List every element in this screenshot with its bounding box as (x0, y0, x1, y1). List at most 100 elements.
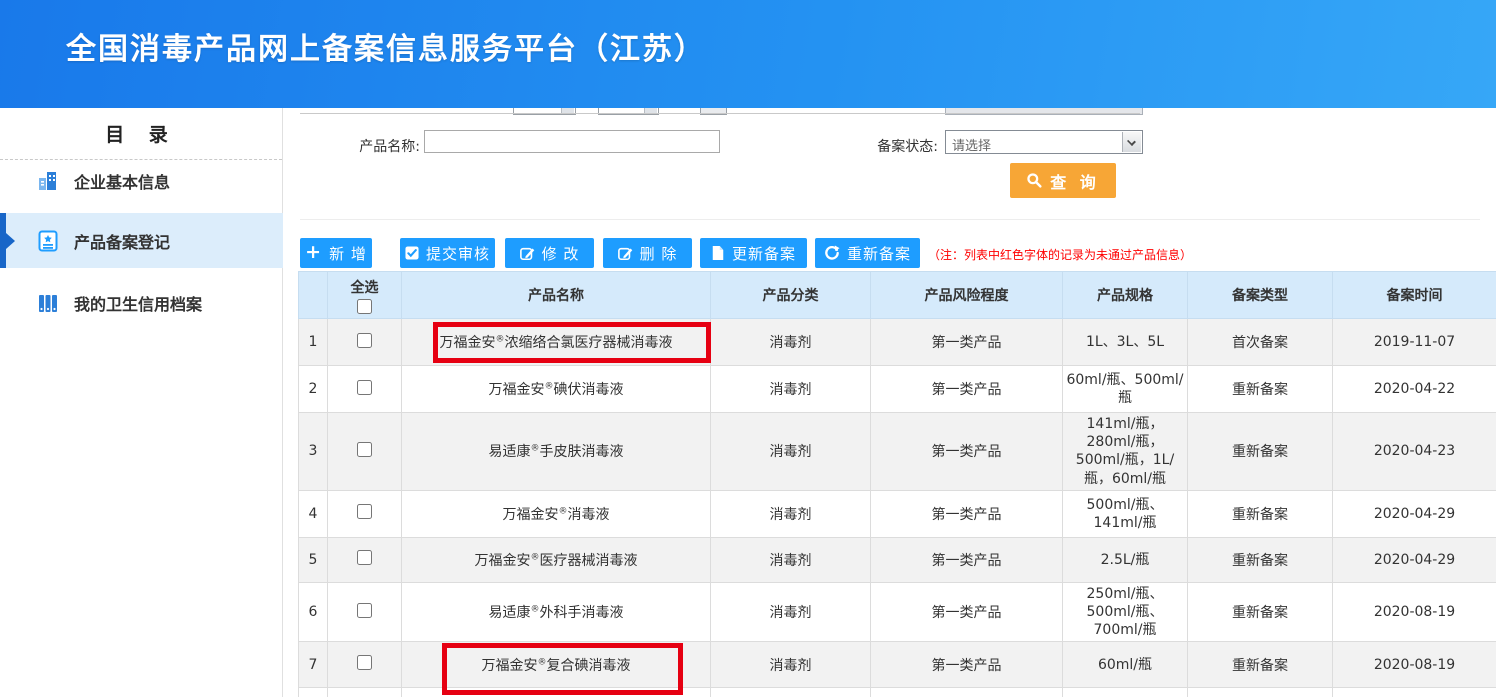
row-checkbox[interactable] (357, 333, 372, 348)
col-header-select-all: 全选 (328, 272, 402, 319)
table-row: 5 万福金安®医疗器械消毒液 消毒剂 第一类产品 2.5L/瓶 重新备案 202… (299, 537, 1496, 582)
table-row: 6 易适康®外科手消毒液 消毒剂 第一类产品 250ml/瓶、500ml/瓶、7… (299, 582, 1496, 642)
edit-icon (520, 246, 535, 261)
risk-cell: 第一类产品 (871, 366, 1063, 413)
page-title: 全国消毒产品网上备案信息服务平台（江苏） (66, 24, 706, 68)
button-label: 提交审核 (426, 243, 490, 264)
plus-icon: + (305, 243, 322, 262)
button-label: 修 改 (542, 243, 580, 264)
filing-date-cell: 2020-04-29 (1333, 537, 1496, 582)
category-cell: 消毒剂 (711, 688, 871, 697)
button-label: 重新备案 (847, 243, 911, 264)
row-checkbox[interactable] (357, 603, 372, 618)
filing-type-cell: 重新备案 (1188, 366, 1333, 413)
product-name-cell: 易适康®手皮肤消毒液 (402, 413, 711, 491)
row-number: 5 (299, 537, 328, 582)
filing-type-cell: 重新备案 (1188, 490, 1333, 537)
category-cell: 消毒剂 (711, 413, 871, 491)
row-number: 1 (299, 319, 328, 366)
filing-date-cell: 2019-11-07 (1333, 319, 1496, 366)
submit-review-button[interactable]: 提交审核 (400, 238, 495, 268)
product-name-cell: 万福金安®浓缩络合氯医疗器械消毒液 (402, 319, 711, 366)
query-button-label: 查 询 (1050, 169, 1100, 193)
col-header-spec: 产品规格 (1063, 272, 1188, 319)
product-name-cell: 易适康®外科手消毒液 (402, 582, 711, 642)
selected-accent-arrow-icon (6, 233, 15, 249)
spec-cell: 141ml/瓶，280ml/瓶，500ml/瓶，1L/瓶，60ml/瓶 (1063, 413, 1188, 491)
table-row: 4 万福金安®消毒液 消毒剂 第一类产品 500ml/瓶、141ml/瓶 重新备… (299, 490, 1496, 537)
product-table: 全选 产品名称 产品分类 产品风险程度 产品规格 备案类型 备案时间 1 万福金… (298, 271, 1496, 697)
sidebar-item-label: 产品备案登记 (74, 229, 170, 253)
registered-mark: ® (531, 444, 540, 454)
risk-cell: 第一类产品 (871, 490, 1063, 537)
building-icon (36, 169, 60, 193)
category-cell: 消毒剂 (711, 642, 871, 688)
sidebar: 目 录 企业基本信息 产品备案登记 我的卫生信用档案 (0, 108, 283, 697)
risk-cell: 第一类产品 (871, 688, 1063, 697)
filing-status-select[interactable]: 请选择 (945, 130, 1143, 154)
update-filing-button[interactable]: 更新备案 (700, 238, 807, 268)
product-name-cell: 万福金安®络合氯医用器械消毒液 (402, 688, 711, 697)
product-name-cell: 万福金安®碘伏消毒液 (402, 366, 711, 413)
row-number: 6 (299, 582, 328, 642)
product-name-cell: 万福金安®复合碘消毒液 (402, 642, 711, 688)
risk-cell: 第一类产品 (871, 537, 1063, 582)
sidebar-item-label: 企业基本信息 (74, 169, 170, 193)
archive-icon (36, 291, 60, 315)
add-button[interactable]: + 新 增 (300, 238, 372, 268)
modify-button[interactable]: 修 改 (505, 238, 594, 268)
query-button[interactable]: 查 询 (1010, 163, 1116, 198)
row-checkbox[interactable] (357, 504, 372, 519)
refile-button[interactable]: 重新备案 (815, 238, 920, 268)
risk-cell: 第一类产品 (871, 642, 1063, 688)
row-checkbox[interactable] (357, 380, 372, 395)
row-number: 3 (299, 413, 328, 491)
filing-date-cell: 2020-08-19 (1333, 642, 1496, 688)
row-number: 2 (299, 366, 328, 413)
row-number: 4 (299, 490, 328, 537)
row-checkbox[interactable] (357, 442, 372, 457)
delete-button[interactable]: 删 除 (603, 238, 692, 268)
registered-mark: ® (538, 657, 547, 667)
registered-mark: ® (559, 506, 568, 516)
col-header-category: 产品分类 (711, 272, 871, 319)
spec-cell: 60ml/瓶、500ml/瓶 (1063, 366, 1188, 413)
product-name-label: 产品名称: (340, 136, 420, 156)
sidebar-item-enterprise-info[interactable]: 企业基本信息 (0, 150, 283, 212)
app-header: 全国消毒产品网上备案信息服务平台（江苏） (0, 0, 1496, 108)
row-checkbox[interactable] (357, 655, 372, 670)
filing-date-cell: 2020-04-22 (1333, 366, 1496, 413)
col-header-filing-type: 备案类型 (1188, 272, 1333, 319)
product-name-cell: 万福金安®消毒液 (402, 490, 711, 537)
table-row: 7 万福金安®复合碘消毒液 消毒剂 第一类产品 60ml/瓶 重新备案 2020… (299, 642, 1496, 688)
row-number: 7 (299, 642, 328, 688)
risk-cell: 第一类产品 (871, 413, 1063, 491)
select-all-checkbox[interactable] (357, 299, 372, 314)
filing-type-cell: 重新备案 (1188, 642, 1333, 688)
category-cell: 消毒剂 (711, 490, 871, 537)
row-number: 8 (299, 688, 328, 697)
product-name-input[interactable] (424, 130, 720, 153)
check-square-icon (405, 246, 419, 260)
table-row: 3 易适康®手皮肤消毒液 消毒剂 第一类产品 141ml/瓶，280ml/瓶，5… (299, 413, 1496, 491)
document-icon (711, 245, 725, 261)
button-label: 删 除 (640, 243, 678, 264)
select-all-label: 全选 (351, 280, 379, 296)
filing-date-cell: 2020-04-29 (1333, 490, 1496, 537)
sidebar-item-product-filing[interactable]: 产品备案登记 (0, 213, 283, 268)
button-label: 新 增 (329, 243, 367, 264)
row-checkbox[interactable] (357, 550, 372, 565)
spec-cell: 60ml/瓶 (1063, 642, 1188, 688)
registered-mark: ® (545, 381, 554, 391)
category-cell: 消毒剂 (711, 319, 871, 366)
select-value: 请选择 (952, 135, 991, 154)
category-cell: 消毒剂 (711, 582, 871, 642)
spec-cell: 250ml/瓶、500ml/瓶、700ml/瓶 (1063, 582, 1188, 642)
filing-type-cell: 首次备案 (1188, 688, 1333, 697)
select-dropdown-button[interactable] (1122, 132, 1141, 152)
toolbar: + 新 增 提交审核 修 改 删 除 更新备案 重新 (300, 238, 920, 268)
table-row: 2 万福金安®碘伏消毒液 消毒剂 第一类产品 60ml/瓶、500ml/瓶 重新… (299, 366, 1496, 413)
sidebar-item-credit-archive[interactable]: 我的卫生信用档案 (0, 270, 283, 336)
col-header-index (299, 272, 328, 319)
filing-type-cell: 首次备案 (1188, 319, 1333, 366)
